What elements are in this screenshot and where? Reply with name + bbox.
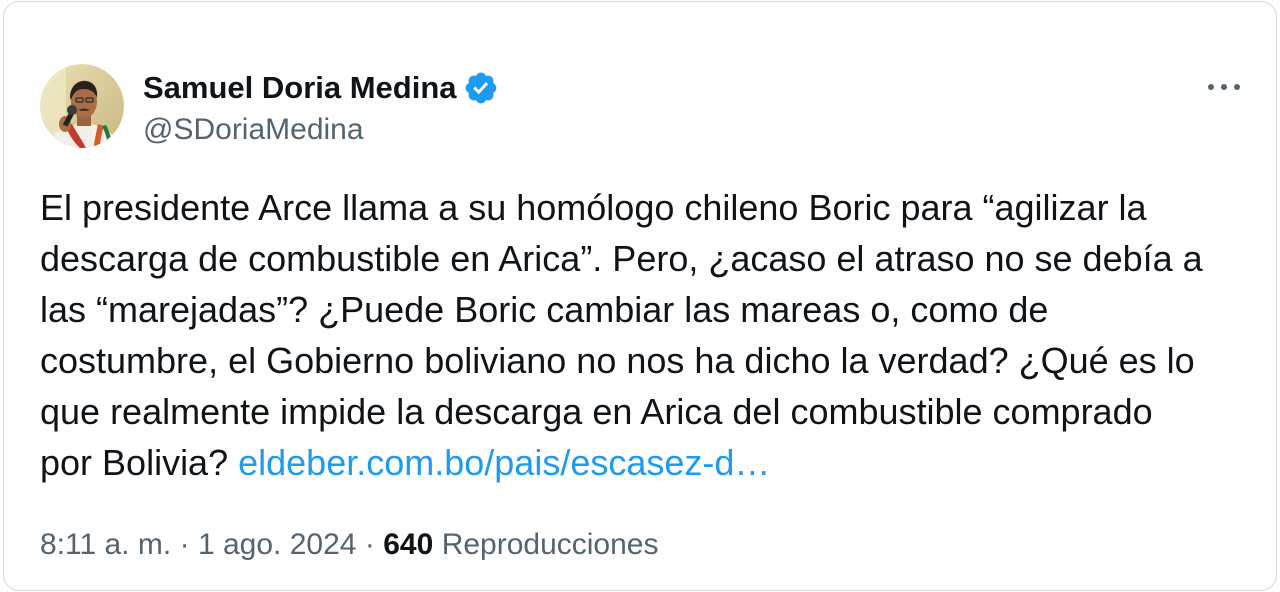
tweet-text-tail: por Bolivia? xyxy=(40,442,239,483)
tweet-text-line: que realmente impide la descarga en Aric… xyxy=(40,391,1153,432)
author-handle[interactable]: @SDoriaMedina xyxy=(143,112,364,148)
more-options-button[interactable] xyxy=(1204,72,1244,102)
views-label: Reproducciones xyxy=(441,528,659,561)
tweet-text-line: descarga de combustible en Arica”. Pero,… xyxy=(40,238,1203,279)
article-link[interactable]: eldeber.com.bo/pais/escasez-d… xyxy=(238,442,770,483)
tweet-date: 1 ago. 2024 xyxy=(197,528,357,561)
author-name[interactable]: Samuel Doria Medina xyxy=(143,69,457,106)
tweet-text-line: costumbre, el Gobierno boliviano no nos … xyxy=(40,340,1195,381)
avatar[interactable] xyxy=(40,64,124,148)
tweet-text-line-last: por Bolivia? eldeber.com.bo/pais/escasez… xyxy=(40,437,1260,488)
tweet-meta: 8:11 a. m. · 1 ago. 2024 · 640 Reproducciones xyxy=(40,527,658,563)
meta-separator: · xyxy=(179,528,190,561)
profile-photo-icon xyxy=(40,64,124,148)
tweet-text: El presidente Arce llama a su homólogo c… xyxy=(40,182,1260,488)
more-options-icon xyxy=(1208,84,1240,90)
author-name-row: Samuel Doria Medina xyxy=(143,69,499,106)
meta-separator: · xyxy=(364,528,375,561)
tweet-text-line: las “marejadas”? ¿Puede Boric cambiar la… xyxy=(40,289,1049,330)
verified-badge-icon[interactable] xyxy=(463,70,499,106)
tweet-timestamp-link[interactable]: 8:11 a. m. · 1 ago. 2024 xyxy=(40,528,356,561)
views-count: 640 xyxy=(383,528,434,561)
tweet-time: 8:11 a. m. xyxy=(40,528,172,561)
tweet-text-line: El presidente Arce llama a su homólogo c… xyxy=(40,187,1147,228)
